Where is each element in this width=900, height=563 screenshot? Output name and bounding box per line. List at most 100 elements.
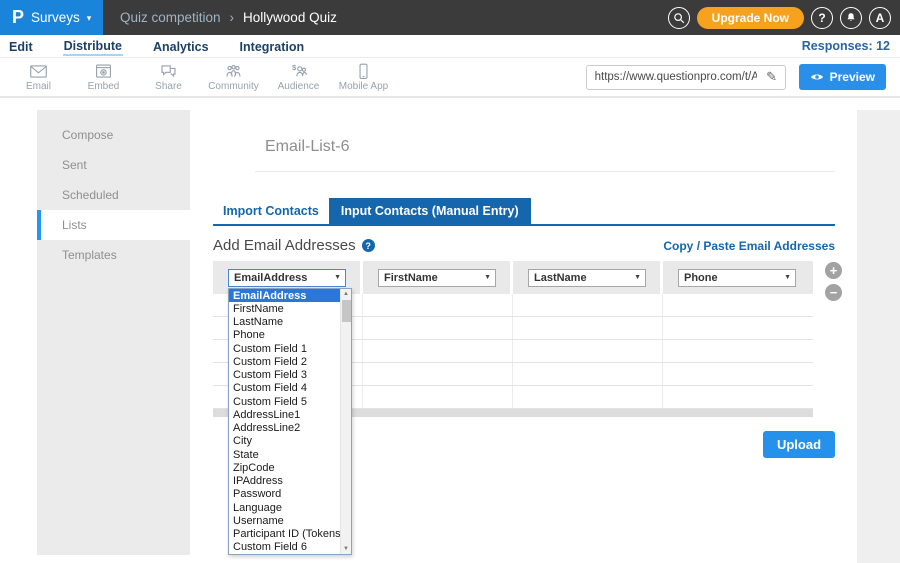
preview-label: Preview	[830, 70, 875, 84]
toolbar-item-label: Share	[155, 81, 182, 92]
sidebar-item-lists[interactable]: Lists	[37, 210, 190, 240]
dropdown-option[interactable]: City	[229, 435, 340, 448]
survey-url-box: ✎	[586, 65, 786, 90]
chevron-down-icon: ▾	[87, 11, 92, 24]
phone-column-select[interactable]: Phone ▼	[678, 269, 796, 287]
dropdown-option[interactable]: FirstName	[229, 302, 340, 315]
help-button[interactable]: ?	[811, 7, 833, 29]
bell-icon	[845, 11, 857, 24]
dropdown-option[interactable]: Password	[229, 488, 340, 501]
notifications-button[interactable]	[840, 7, 862, 29]
nav-item-analytics[interactable]: Analytics	[152, 38, 210, 55]
dropdown-option[interactable]: LastName	[229, 316, 340, 329]
survey-url-input[interactable]	[587, 71, 759, 83]
responses-count[interactable]: Responses: 12	[802, 39, 890, 53]
remove-row-button[interactable]: −	[825, 284, 842, 301]
email-icon	[28, 62, 49, 81]
dropdown-scrollbar[interactable]: ▲ ▼	[340, 289, 351, 554]
upload-button[interactable]: Upload	[763, 431, 835, 458]
dropdown-option[interactable]: Custom Field 2	[229, 355, 340, 368]
edit-url-pencil-icon[interactable]: ✎	[759, 69, 785, 85]
help-icon[interactable]: ?	[362, 239, 375, 252]
dropdown-option[interactable]: Custom Field 3	[229, 369, 340, 382]
topbar: P Surveys ▾ Quiz competition › Hollywood…	[0, 0, 900, 35]
surveys-menu[interactable]: P Surveys ▾	[0, 0, 103, 35]
upgrade-now-button[interactable]: Upgrade Now	[697, 7, 804, 29]
row-cell[interactable]	[513, 363, 663, 385]
breadcrumb-current: Hollywood Quiz	[243, 10, 337, 25]
dropdown-option[interactable]: AddressLine2	[229, 422, 340, 435]
copy-paste-link[interactable]: Copy / Paste Email Addresses	[663, 239, 835, 253]
nav-item-distribute[interactable]: Distribute	[63, 37, 123, 56]
community-icon	[223, 62, 244, 81]
tab-import-contacts[interactable]: Import Contacts	[213, 198, 329, 224]
main-panel: Email-List-6 Import Contacts Input Conta…	[190, 110, 857, 555]
share-icon	[158, 62, 179, 81]
questionpro-logo: P	[12, 7, 24, 28]
toolbar-item-community[interactable]: Community	[201, 62, 266, 92]
toolbar-item-embed[interactable]: Embed	[71, 62, 136, 92]
firstname-column-select[interactable]: FirstName ▼	[378, 269, 496, 287]
sidebar-item-scheduled[interactable]: Scheduled	[37, 180, 190, 210]
dropdown-option[interactable]: Custom Field 5	[229, 395, 340, 408]
dropdown-option[interactable]: AddressLine1	[229, 408, 340, 421]
add-email-addresses-title: Add Email Addresses	[213, 237, 356, 254]
scroll-up-icon[interactable]: ▲	[343, 289, 349, 299]
search-icon	[673, 12, 685, 24]
sidebar-item-compose[interactable]: Compose	[37, 120, 190, 150]
lastname-column-select[interactable]: LastName ▼	[528, 269, 646, 287]
dropdown-option[interactable]: Phone	[229, 329, 340, 342]
row-cell[interactable]	[513, 386, 663, 408]
add-row-button[interactable]: +	[825, 262, 842, 279]
row-cell[interactable]	[663, 340, 813, 362]
dropdown-option[interactable]: EmailAddress	[229, 289, 340, 302]
dropdown-option[interactable]: ZipCode	[229, 461, 340, 474]
chevron-down-icon: ▼	[484, 274, 491, 281]
breadcrumb-parent[interactable]: Quiz competition	[120, 10, 221, 25]
avatar[interactable]: A	[869, 7, 891, 29]
row-cell[interactable]	[663, 363, 813, 385]
row-cell[interactable]	[363, 386, 513, 408]
contacts-tabs: Import Contacts Input Contacts (Manual E…	[213, 198, 835, 226]
topbar-actions: Upgrade Now ? A	[668, 7, 900, 29]
sidebar-item-templates[interactable]: Templates	[37, 240, 190, 270]
nav-item-edit[interactable]: Edit	[8, 38, 34, 55]
dropdown-option[interactable]: Username	[229, 514, 340, 527]
email-list-title: Email-List-6	[265, 138, 835, 156]
toolbar-item-audience[interactable]: $ Audience	[266, 62, 331, 92]
select-value: EmailAddress	[234, 272, 307, 284]
scrollbar-thumb[interactable]	[342, 300, 351, 322]
row-cell[interactable]	[663, 317, 813, 339]
tab-input-contacts-manual[interactable]: Input Contacts (Manual Entry)	[329, 198, 531, 224]
row-cell[interactable]	[363, 340, 513, 362]
dropdown-option[interactable]: Custom Field 4	[229, 382, 340, 395]
toolbar-item-share[interactable]: Share	[136, 62, 201, 92]
dropdown-option[interactable]: Custom Field 1	[229, 342, 340, 355]
nav-item-integration[interactable]: Integration	[239, 38, 306, 55]
dropdown-option[interactable]: Custom Field 6	[229, 541, 340, 554]
dropdown-option[interactable]: State	[229, 448, 340, 461]
row-cell[interactable]	[363, 363, 513, 385]
email-column-dropdown: EmailAddress FirstName LastName Phone Cu…	[228, 288, 352, 555]
sidebar-item-sent[interactable]: Sent	[37, 150, 190, 180]
row-cell[interactable]	[513, 294, 663, 316]
select-value: LastName	[534, 272, 587, 284]
scroll-down-icon[interactable]: ▼	[343, 544, 349, 554]
toolbar-item-mobile-app[interactable]: Mobile App	[331, 62, 396, 92]
select-value: FirstName	[384, 272, 438, 284]
dropdown-option[interactable]: Participant ID (Tokens)	[229, 528, 340, 541]
title-divider	[255, 171, 835, 172]
dropdown-option[interactable]: Language	[229, 501, 340, 514]
row-cell[interactable]	[513, 317, 663, 339]
row-cell[interactable]	[663, 294, 813, 316]
email-sidebar: Compose Sent Scheduled Lists Templates	[37, 110, 190, 555]
preview-button[interactable]: Preview	[799, 64, 886, 90]
row-cell[interactable]	[513, 340, 663, 362]
row-cell[interactable]	[663, 386, 813, 408]
row-cell[interactable]	[363, 294, 513, 316]
dropdown-option[interactable]: IPAddress	[229, 475, 340, 488]
email-column-select[interactable]: EmailAddress ▼	[228, 269, 346, 287]
toolbar-item-email[interactable]: Email	[6, 62, 71, 92]
search-button[interactable]	[668, 7, 690, 29]
row-cell[interactable]	[363, 317, 513, 339]
